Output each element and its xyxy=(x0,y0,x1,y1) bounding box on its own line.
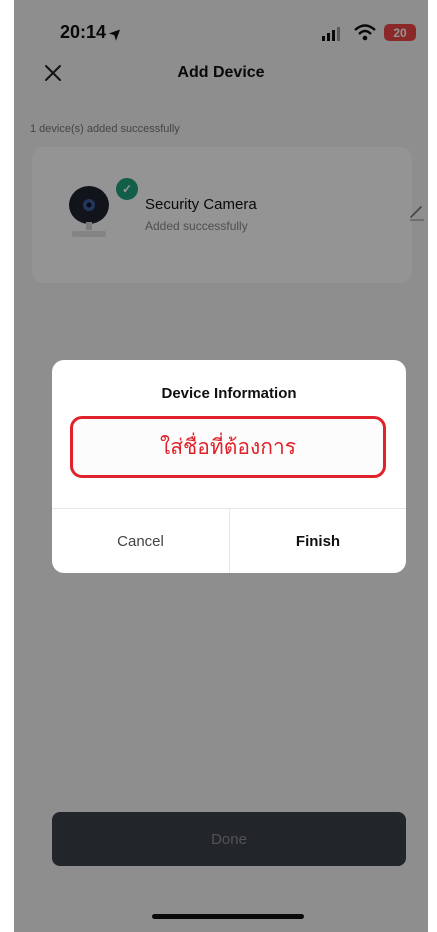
dialog-title: Device Information xyxy=(161,385,297,402)
device-info-dialog: Device Information ใส่ชื่อที่ต้องการ Can… xyxy=(52,360,406,573)
page-margin xyxy=(428,0,437,932)
cancel-button[interactable]: Cancel xyxy=(52,509,229,573)
phone-screen: 20:14➤ 20 Add Device 1 device(s) added s… xyxy=(14,0,428,932)
finish-button[interactable]: Finish xyxy=(230,509,406,573)
device-name-input-value: ใส่ชื่อที่ต้องการ xyxy=(159,435,297,459)
device-name-input[interactable]: ใส่ชื่อที่ต้องการ xyxy=(70,416,386,478)
